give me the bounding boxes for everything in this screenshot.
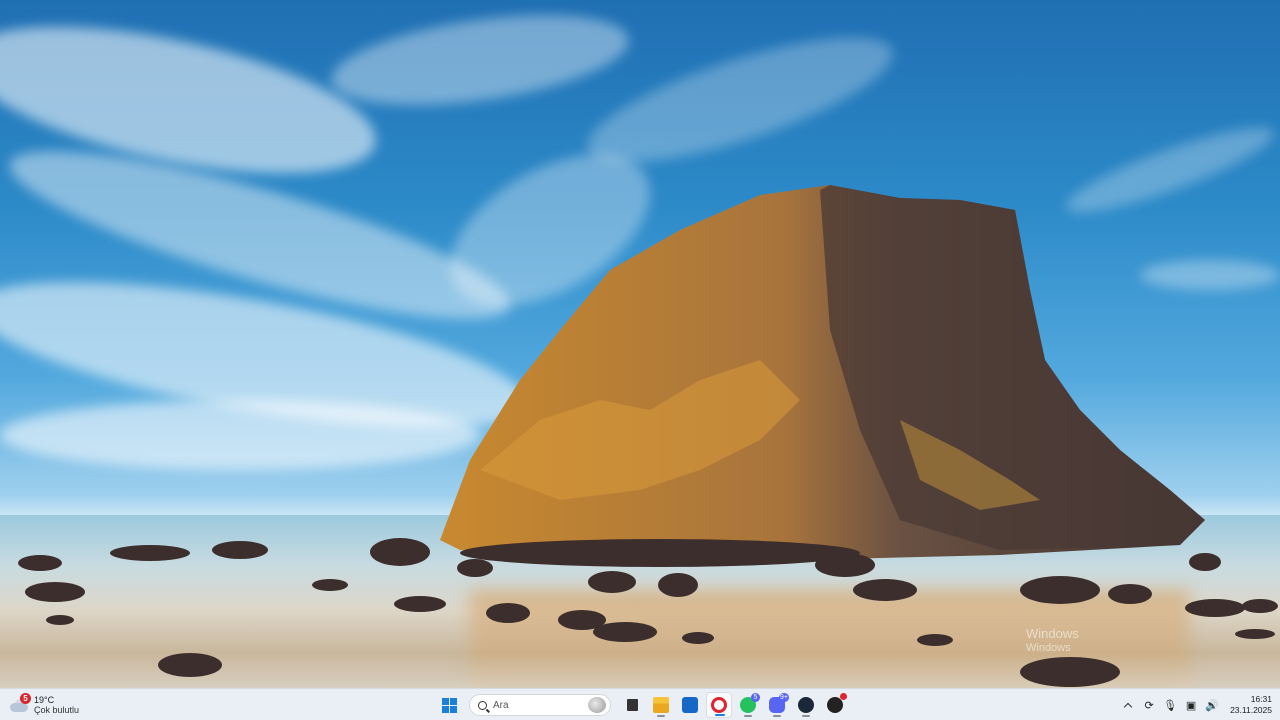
sync-icon: ⟳ bbox=[1144, 699, 1154, 712]
whatsapp-button[interactable]: 5 bbox=[735, 692, 761, 718]
watermark-subtitle: Windows bbox=[1026, 642, 1071, 654]
opera-button[interactable] bbox=[706, 692, 732, 718]
discord-button[interactable]: 9+ bbox=[764, 692, 790, 718]
weather-temperature: 19°C bbox=[34, 694, 55, 705]
weather-widget[interactable]: 5 19°C Çok bulutlu bbox=[10, 693, 100, 717]
taskbar: 5 19°C Çok bulutlu Ara 5 9+ ⟳ 🎙 ▣ 🔊 16:3… bbox=[0, 688, 1280, 720]
ai-app-button[interactable] bbox=[822, 692, 848, 718]
outlook-button[interactable] bbox=[677, 692, 703, 718]
running-indicator bbox=[715, 714, 725, 716]
search-placeholder: Ara bbox=[493, 699, 509, 711]
search-icon bbox=[478, 700, 487, 710]
clock-date: 23.11.2025 bbox=[1230, 705, 1272, 715]
clock[interactable]: 16:31 23.11.2025 bbox=[1230, 694, 1272, 716]
rock-formation bbox=[18, 185, 1278, 687]
running-indicator bbox=[744, 715, 752, 717]
taskbar-center: Ara 5 9+ bbox=[436, 692, 851, 718]
running-indicator bbox=[773, 715, 781, 717]
whatsapp-badge: 5 bbox=[751, 693, 760, 702]
task-view-icon bbox=[626, 699, 638, 711]
weather-badge: 5 bbox=[20, 693, 31, 704]
file-explorer-button[interactable] bbox=[648, 692, 674, 718]
microphone-button[interactable]: 🎙 bbox=[1160, 695, 1180, 715]
notification-dot bbox=[840, 693, 847, 700]
volume-button[interactable]: 🔊 bbox=[1202, 695, 1222, 715]
chevron-up-icon bbox=[1123, 702, 1133, 711]
weather-condition: Çok bulutlu bbox=[34, 704, 80, 715]
cloud-icon: 5 bbox=[10, 693, 31, 713]
start-button[interactable] bbox=[436, 692, 462, 718]
running-indicator bbox=[657, 715, 665, 717]
discord-badge: 9+ bbox=[779, 693, 789, 702]
clock-time: 16:31 bbox=[1250, 694, 1272, 704]
task-view-button[interactable] bbox=[619, 692, 645, 718]
watermark-title: Windows bbox=[1026, 626, 1079, 641]
opera-icon bbox=[711, 697, 727, 713]
windows-logo-icon bbox=[441, 697, 457, 713]
network-icon: ▣ bbox=[1185, 699, 1197, 712]
system-tray: ⟳ 🎙 ▣ 🔊 16:31 23.11.2025 bbox=[1117, 689, 1272, 720]
folder-icon bbox=[653, 697, 669, 713]
desktop-wallpaper: Windows Windows bbox=[0, 0, 1280, 688]
activation-watermark: Windows Windows bbox=[1026, 626, 1246, 656]
search-input[interactable]: Ara bbox=[469, 694, 611, 716]
running-indicator bbox=[802, 715, 810, 717]
network-button[interactable]: ▣ bbox=[1181, 695, 1201, 715]
show-hidden-icons-button[interactable] bbox=[1118, 695, 1138, 715]
steam-icon bbox=[798, 697, 814, 713]
search-highlight-icon bbox=[588, 697, 606, 713]
speaker-icon: 🔊 bbox=[1205, 699, 1219, 712]
outlook-icon bbox=[682, 697, 698, 713]
microphone-icon: 🎙 bbox=[1163, 699, 1178, 712]
sync-button[interactable]: ⟳ bbox=[1139, 695, 1159, 715]
steam-button[interactable] bbox=[793, 692, 819, 718]
